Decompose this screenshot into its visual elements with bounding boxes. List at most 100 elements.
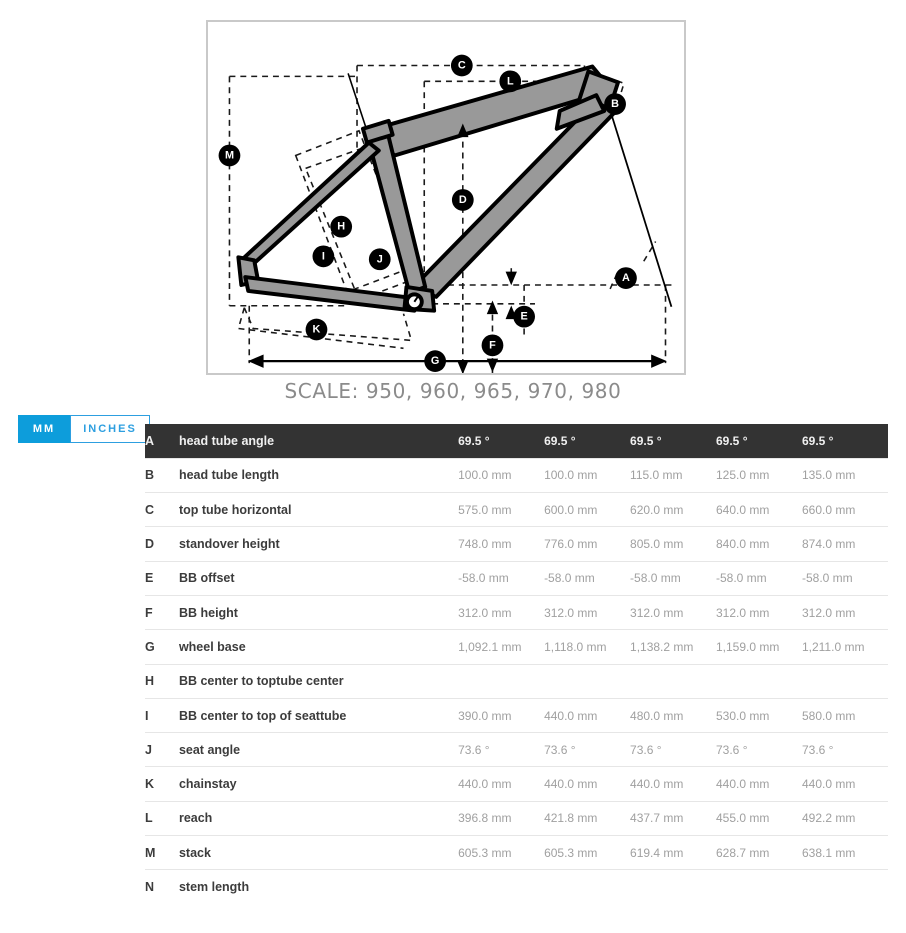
row-key: D [145, 537, 155, 552]
row-label: top tube horizontal [178, 502, 292, 517]
row-key: C [145, 502, 155, 517]
bike-frame-silhouette [236, 64, 621, 313]
row-key: E [145, 571, 154, 586]
callout-K: K [305, 318, 328, 341]
row-key: N [145, 880, 155, 895]
row-value-980: -58.0 mm [801, 571, 853, 586]
table-row: Ahead tube angle 69.5 ° 69.5 ° 69.5 ° 69.5 °… [145, 424, 888, 459]
row-label: standover height [178, 537, 280, 552]
callout-I: I [312, 245, 335, 268]
geometry-table-body: Ahead tube angle 69.5 ° 69.5 ° 69.5 ° 69.5 °… [145, 424, 888, 904]
row-value-965 [630, 664, 716, 698]
row-value-960: 312.0 mm [544, 605, 598, 620]
row-label: stack [178, 845, 211, 860]
row-value-960: 776.0 mm [544, 537, 598, 552]
unit-toggle-mm[interactable]: MM [18, 415, 70, 443]
row-value-970 [716, 870, 802, 904]
row-key: A [145, 433, 155, 448]
row-value-950: 390.0 mm [458, 708, 512, 723]
row-key: J [145, 742, 152, 757]
row-value-980: 1,211.0 mm [801, 639, 865, 654]
table-row: H BB center to toptube center [145, 664, 888, 698]
callout-F: F [481, 334, 504, 357]
row-key: L [145, 811, 153, 826]
callout-B-text: B [611, 98, 619, 110]
row-value-980: 580.0 mm [801, 708, 856, 723]
row-label: stem length [178, 880, 250, 895]
row-value-970 [716, 664, 802, 698]
callout-D: D [451, 189, 474, 211]
row-value-960: 605.3 mm [544, 845, 598, 860]
row-value-970: 312.0 mm [716, 605, 770, 620]
row-value-980: 638.1 mm [801, 845, 856, 860]
row-value-950: 73.6 ° [458, 742, 490, 757]
row-value-950 [458, 870, 544, 904]
row-value-970: 73.6 ° [716, 742, 748, 757]
row-value-950: 605.3 mm [458, 845, 512, 860]
row-label: BB center to top of seattube [178, 708, 347, 723]
row-value-960: 73.6 ° [544, 742, 576, 757]
callout-B: B [604, 93, 626, 115]
row-value-950: 748.0 mm [458, 537, 512, 552]
row-value-950: 69.5 ° [458, 433, 490, 448]
row-value-960 [544, 870, 630, 904]
row-value-965: -58.0 mm [630, 571, 681, 586]
row-value-965: 437.7 mm [630, 811, 684, 826]
row-key: K [145, 777, 155, 792]
row-value-980 [802, 664, 888, 698]
callout-H: H [330, 215, 353, 238]
row-value-980 [802, 870, 888, 904]
table-row: Lreach 396.8 mm 421.8 mm 437.7 mm 455.0 mm 49… [145, 801, 888, 835]
row-value-960: 440.0 mm [544, 777, 598, 792]
row-value-980: 492.2 mm [801, 811, 856, 826]
callout-K-text: K [313, 323, 321, 335]
row-label: seat angle [178, 742, 241, 757]
row-value-970: 69.5 ° [716, 433, 748, 448]
unit-toggle-group[interactable]: MM INCHES [18, 415, 150, 443]
row-key: M [145, 845, 156, 860]
row-value-970: 530.0 mm [716, 708, 770, 723]
row-value-980: 660.0 mm [801, 502, 856, 517]
row-label: BB offset [178, 571, 235, 586]
row-value-965: 1,138.2 mm [630, 639, 694, 654]
row-value-965 [630, 870, 716, 904]
row-value-950 [458, 664, 544, 698]
callout-J-text: J [377, 253, 383, 265]
row-value-965: 73.6 ° [630, 742, 662, 757]
callout-L: L [499, 70, 522, 93]
row-label: reach [178, 811, 213, 826]
row-label: wheel base [178, 639, 246, 654]
callout-G: G [424, 350, 446, 373]
row-value-980: 73.6 ° [801, 742, 834, 757]
row-value-965: 480.0 mm [630, 708, 684, 723]
geometry-diagram-frame: A B C D E F G H I J K L M [206, 20, 686, 375]
row-value-960: -58.0 mm [544, 571, 595, 586]
row-value-965: 620.0 mm [630, 502, 684, 517]
row-value-960 [544, 664, 630, 698]
row-value-970: 628.7 mm [716, 845, 770, 860]
table-row: I BB center to top of seattube 390.0 mm 440… [145, 698, 888, 732]
row-value-960: 100.0 mm [544, 468, 598, 483]
table-row: F BB height 312.0 mm 312.0 mm 312.0 mm 312.0 … [145, 595, 888, 629]
callout-F-text: F [489, 339, 496, 351]
callout-G-text: G [431, 355, 439, 367]
row-key: B [145, 468, 155, 483]
row-label: BB height [178, 605, 238, 620]
unit-toggle-inches[interactable]: INCHES [70, 415, 150, 443]
row-label: head tube length [178, 468, 279, 483]
row-label: head tube angle [178, 433, 275, 448]
row-value-960: 600.0 mm [544, 502, 598, 517]
callout-D-text: D [459, 194, 467, 206]
callout-J: J [368, 248, 391, 271]
table-row: Nstem length [145, 869, 888, 904]
row-label: BB center to toptube center [178, 674, 344, 689]
scale-caption: SCALE: 950, 960, 965, 970, 980 [284, 379, 622, 403]
callout-C: C [450, 54, 473, 77]
row-value-965: 619.4 mm [630, 845, 684, 860]
row-value-950: 100.0 mm [458, 468, 512, 483]
row-value-950: 396.8 mm [458, 811, 512, 826]
table-row: E BB offset -58.0 mm -58.0 mm -58.0 mm -58.0 … [145, 561, 888, 595]
row-value-950: 312.0 mm [458, 605, 512, 620]
table-row: Bhead tube length 100.0 mm 100.0 mm 115.0 m… [145, 458, 888, 492]
row-label: chainstay [178, 777, 237, 792]
